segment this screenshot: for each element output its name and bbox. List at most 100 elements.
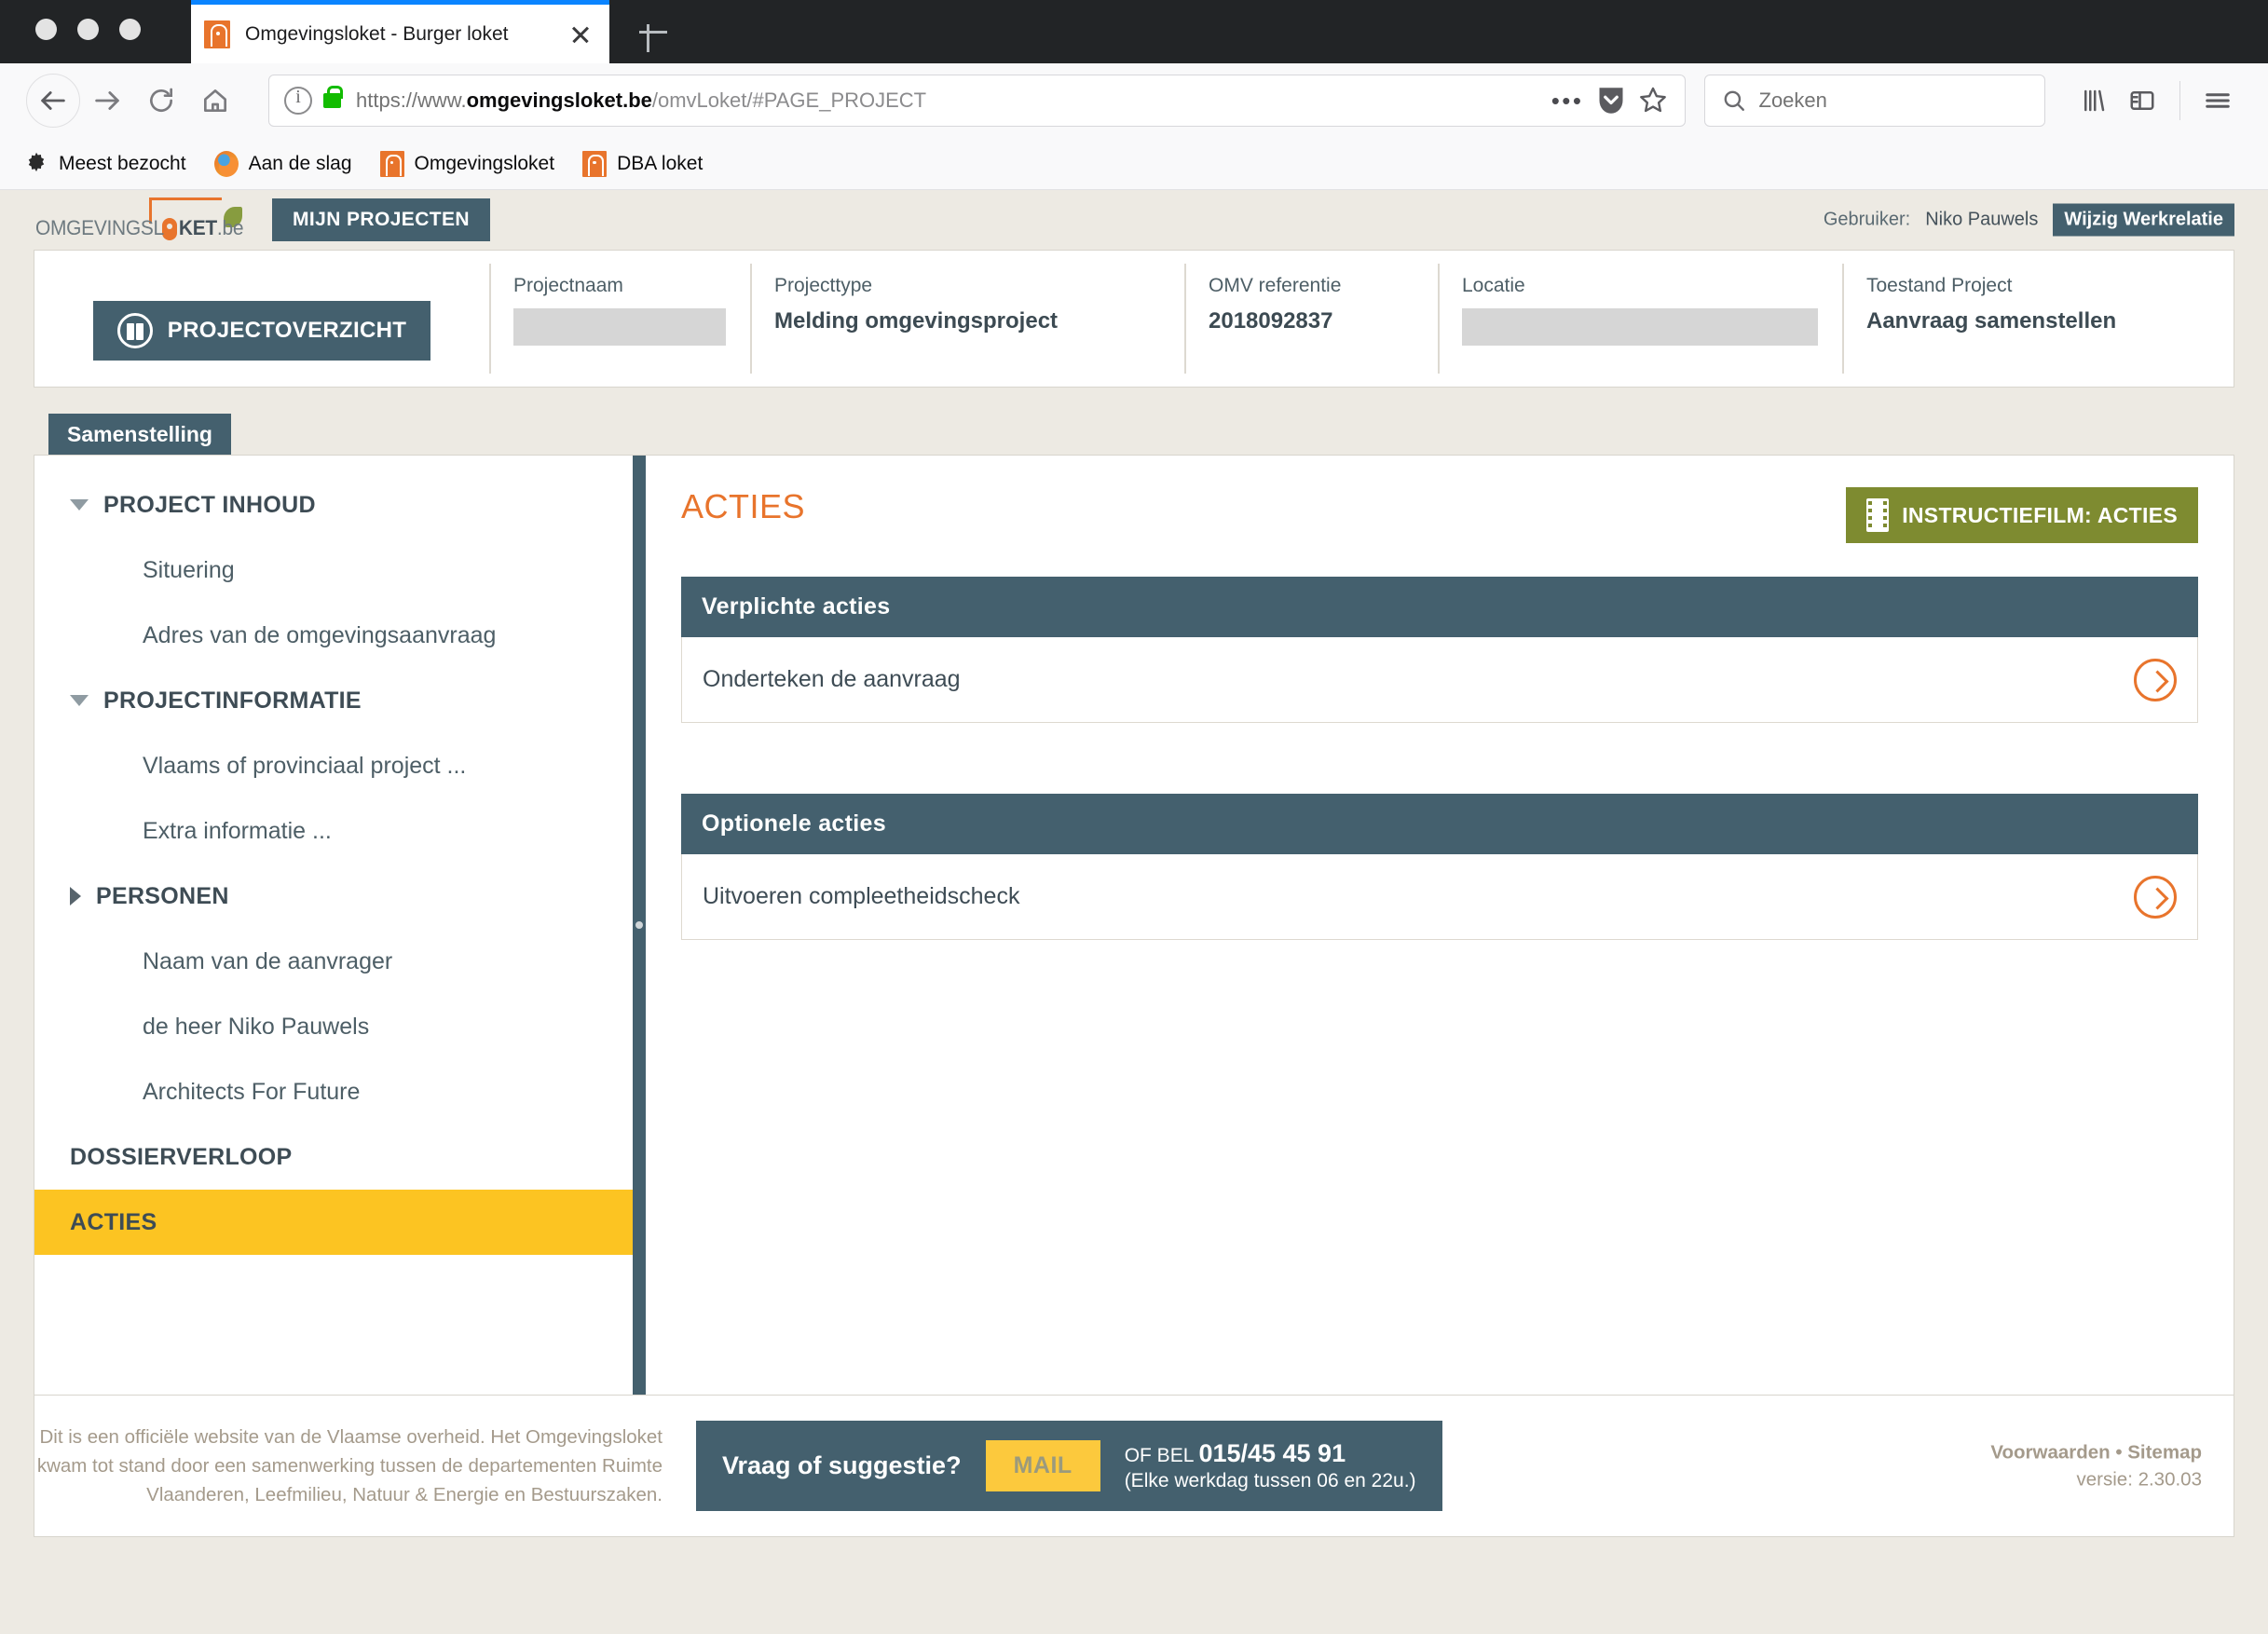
mail-button[interactable]: MAIL	[985, 1440, 1100, 1491]
panel-splitter[interactable]	[633, 456, 646, 1395]
page-title: ACTIES	[681, 487, 806, 525]
navbar-right-icons	[2070, 76, 2243, 125]
field-value-masked	[513, 308, 726, 346]
logo-text-pin-gap: O	[164, 216, 179, 239]
sidebar-item-de-heer-niko-pauwels[interactable]: de heer Niko Pauwels	[34, 994, 633, 1059]
acties-content: ACTIES INSTRUCTIEFILM: ACTIES Verplichte…	[646, 456, 2234, 1395]
page-footer: Dit is een officiële website van de Vlaa…	[34, 1396, 2234, 1537]
forward-arrow-icon[interactable]	[80, 74, 134, 128]
home-icon[interactable]	[188, 74, 242, 128]
chevron-right-circle-icon[interactable]	[2134, 875, 2177, 919]
sidebar-item-adres-omgevingsaanvraag[interactable]: Adres van de omgevingsaanvraag	[34, 603, 633, 668]
bookmark-omgevingsloket[interactable]: Omgevingsloket	[379, 150, 555, 177]
star-icon[interactable]	[1638, 85, 1670, 116]
browser-tab[interactable]: Omgevingsloket - Burger loket	[191, 0, 609, 63]
sidebar-item-acties[interactable]: ACTIES	[34, 1190, 633, 1255]
mijn-projecten-button[interactable]: MIJN PROJECTEN	[272, 198, 490, 241]
field-label: Projecttype	[774, 275, 873, 296]
section-heading: Optionele acties	[681, 794, 2198, 854]
sidebar-item-label: DOSSIERVERLOOP	[70, 1143, 293, 1170]
sidebar-item-naam-aanvrager[interactable]: Naam van de aanvrager	[34, 929, 633, 994]
tab-samenstelling[interactable]: Samenstelling	[48, 414, 231, 455]
field-projectnaam: Projectnaam	[489, 251, 750, 387]
instructiefilm-button[interactable]: INSTRUCTIEFILM: ACTIES	[1846, 487, 2198, 543]
hamburger-menu-icon[interactable]	[2193, 76, 2242, 125]
footer-spacer	[0, 1537, 2268, 1559]
bookmark-aan-de-slag[interactable]: Aan de slag	[213, 150, 352, 177]
sidebar-item-label: Architects For Future	[143, 1078, 361, 1105]
page-content: OMGEVINGSLOKET.be MIJN PROJECTEN Gebruik…	[0, 190, 2268, 1634]
back-arrow-icon[interactable]	[26, 74, 80, 128]
contact-question: Vraag of suggestie?	[722, 1451, 962, 1479]
chevron-down-icon[interactable]	[70, 695, 89, 706]
pocket-shield-icon[interactable]	[1597, 85, 1625, 116]
url-path: /omvLoket/#PAGE_PROJECT	[651, 89, 927, 112]
chevron-down-icon[interactable]	[70, 499, 89, 511]
footer-version: versie: 2.30.03	[2076, 1468, 2202, 1491]
sidebar-item-extra-informatie[interactable]: Extra informatie ...	[34, 798, 633, 864]
section-optionele-acties: Optionele acties Uitvoeren compleetheids…	[681, 794, 2198, 940]
window-controls[interactable]	[35, 19, 141, 40]
wijzig-werkrelatie-button[interactable]: Wijzig Werkrelatie	[2053, 203, 2234, 237]
bookmark-label: Aan de slag	[248, 152, 352, 174]
action-label: Uitvoeren compleetheidscheck	[703, 883, 1020, 909]
lock-icon	[323, 86, 343, 108]
sidebar-item-projectinformatie[interactable]: PROJECTINFORMATIE	[34, 668, 633, 733]
omgevingsloket-logo[interactable]: OMGEVINGSLOKET.be	[35, 197, 252, 242]
field-value: Melding omgevingsproject	[774, 308, 1059, 334]
projectoverzicht-button[interactable]: PROJECTOVERZICHT	[92, 301, 431, 361]
bookmark-label: Meest bezocht	[59, 152, 186, 174]
sidebar-icon[interactable]	[2118, 76, 2166, 125]
reload-icon[interactable]	[134, 74, 188, 128]
sidebar-item-label: ACTIES	[70, 1208, 157, 1235]
sidebar-item-architects-for-future[interactable]: Architects For Future	[34, 1059, 633, 1124]
library-icon[interactable]	[2070, 76, 2118, 125]
search-input[interactable]: Zoeken	[1703, 75, 2045, 127]
info-icon[interactable]	[284, 87, 312, 115]
sidebar-item-dossierverloop[interactable]: DOSSIERVERLOOP	[34, 1124, 633, 1190]
maximize-window-button[interactable]	[119, 19, 141, 40]
minimize-window-button[interactable]	[77, 19, 99, 40]
footer-links[interactable]: Voorwaarden • Sitemap	[1990, 1438, 2202, 1466]
contact-phone: OF BEL 015/45 45 91 (Elke werkdag tussen…	[1125, 1439, 1416, 1492]
action-row-uitvoeren-compleetheidscheck[interactable]: Uitvoeren compleetheidscheck	[681, 854, 2198, 940]
chevron-right-circle-icon[interactable]	[2134, 658, 2177, 701]
chevron-right-icon[interactable]	[70, 887, 81, 906]
footer-contact-box: Vraag of suggestie? MAIL OF BEL 015/45 4…	[696, 1421, 1442, 1511]
footer-right: Voorwaarden • Sitemap versie: 2.30.03	[1990, 1438, 2202, 1493]
phone-hours: (Elke werkdag tussen 06 en 22u.)	[1124, 1470, 1416, 1491]
field-label: OMV referentie	[1209, 275, 1342, 296]
action-row-onderteken-aanvraag[interactable]: Onderteken de aanvraag	[681, 637, 2198, 723]
bookmark-dba-loket[interactable]: DBA loket	[582, 150, 703, 177]
sidebar-item-label: de heer Niko Pauwels	[143, 1013, 370, 1040]
sidebar-item-label: Situering	[143, 556, 235, 583]
logo-text-suffix: .be	[216, 216, 244, 239]
instructiefilm-label: INSTRUCTIEFILM: ACTIES	[1902, 502, 2178, 527]
field-label: Toestand Project	[1866, 275, 2013, 296]
sidebar-item-vlaams-provinciaal-project[interactable]: Vlaams of provinciaal project ...	[34, 733, 633, 798]
address-bar[interactable]: https://www.omgevingsloket.be/omvLoket/#…	[268, 75, 1686, 127]
section-tabstrip: Samenstelling	[48, 414, 2268, 455]
bookmark-meest-bezocht[interactable]: Meest bezocht	[24, 151, 186, 177]
binder-icon	[116, 313, 153, 348]
close-window-button[interactable]	[35, 19, 57, 40]
sidebar-item-personen[interactable]: PERSONEN	[34, 864, 633, 929]
sidebar-item-label: Naam van de aanvrager	[143, 947, 393, 974]
plus-icon[interactable]	[634, 13, 673, 52]
ellipsis-icon[interactable]: •••	[1551, 87, 1584, 116]
field-locatie: Locatie	[1438, 251, 1842, 387]
sidebar-item-situering[interactable]: Situering	[34, 538, 633, 603]
sidebar-item-label: Adres van de omgevingsaanvraag	[143, 621, 497, 648]
bookmark-label: Omgevingsloket	[414, 152, 555, 174]
logo-text-dark: KET	[178, 216, 217, 239]
close-icon[interactable]	[565, 19, 596, 50]
field-value: Aanvraag samenstellen	[1866, 308, 2117, 334]
titlebar-right-fill	[609, 0, 2268, 63]
sidebar-item-project-inhoud[interactable]: PROJECT INHOUD	[34, 472, 633, 538]
tab-title: Omgevingsloket - Burger loket	[245, 22, 509, 45]
browser-titlebar: Omgevingsloket - Burger loket	[0, 0, 2268, 63]
sidebar-item-label: PROJECTINFORMATIE	[103, 687, 362, 714]
sidebar-item-label: Extra informatie ...	[143, 817, 332, 844]
project-overview-bar: PROJECTOVERZICHT Projectnaam Projecttype…	[34, 250, 2234, 388]
field-label: Projectnaam	[513, 275, 623, 296]
